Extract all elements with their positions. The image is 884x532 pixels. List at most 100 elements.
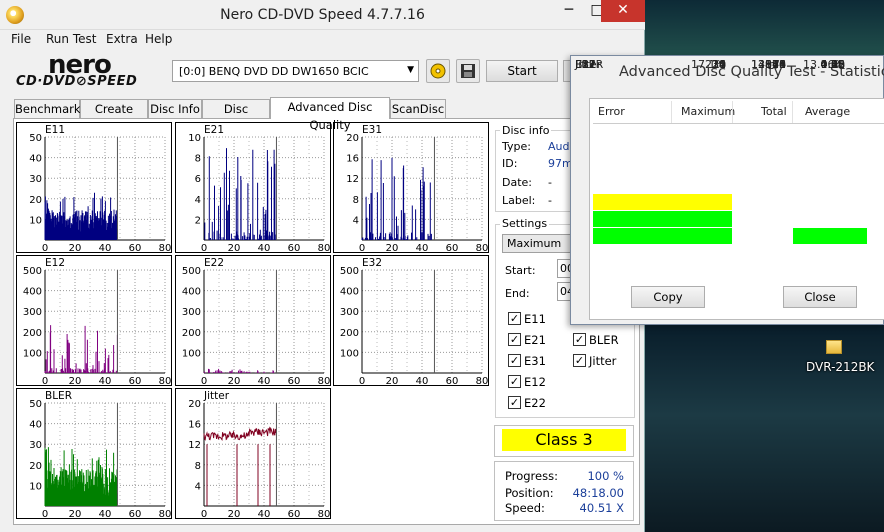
x-tick-label: 60	[129, 376, 142, 387]
chart-plot: 0 20 40 60 80 100 200 300 400 500	[23, 266, 172, 387]
copy-button[interactable]: Copy	[631, 286, 705, 308]
menu-help[interactable]: Help	[145, 32, 172, 46]
disc-info-title: Disc info	[500, 124, 552, 137]
y-tick-label: 12	[188, 440, 201, 451]
chart-title: E12	[45, 257, 65, 269]
e21-checkbox[interactable]: ✓	[508, 333, 521, 346]
window-title: Nero CD-DVD Speed 4.7.7.16	[220, 7, 425, 23]
series-line	[203, 426, 277, 442]
tab-advanced-disc-quality[interactable]: Advanced Disc Quality	[270, 97, 390, 132]
e22-checkbox[interactable]: ✓	[508, 396, 521, 409]
chart-plot: 0 20 40 60 80 10 20 30 40 50	[29, 133, 171, 254]
bler-check-label: BLER	[589, 333, 619, 347]
x-tick-label: 20	[228, 243, 241, 254]
x-tick-label: 80	[476, 376, 489, 387]
x-tick-label: 0	[42, 376, 48, 387]
series-bars	[44, 447, 118, 506]
tab-disc-quality[interactable]: Disc Quality	[202, 99, 270, 134]
x-tick-label: 20	[386, 376, 399, 387]
menu-extra[interactable]: Extra	[106, 32, 138, 46]
x-tick-label: 20	[228, 376, 241, 387]
tab-disc-info[interactable]: Disc Info	[148, 99, 202, 119]
x-tick-label: 40	[258, 509, 271, 520]
progress-label: Progress:	[505, 469, 558, 483]
chart-plot: 0 20 40 60 80 4 8 12 16 20	[188, 399, 330, 520]
e11-checkbox[interactable]: ✓	[508, 312, 521, 325]
tab-benchmark[interactable]: Benchmark	[14, 99, 81, 119]
chart-title: E32	[362, 257, 382, 269]
position-label: Position:	[505, 486, 554, 500]
eject-button[interactable]	[426, 59, 450, 83]
y-tick-label: 4	[353, 215, 359, 226]
y-tick-label: 500	[182, 266, 201, 277]
tab-create-disc[interactable]: Create Disc	[80, 99, 148, 134]
chevron-down-icon: ▼	[407, 65, 414, 75]
start-button[interactable]: Start	[486, 60, 558, 82]
save-button[interactable]	[456, 59, 480, 83]
y-tick-label: 10	[29, 481, 42, 492]
chart-title: E31	[362, 124, 382, 136]
x-tick-label: 0	[201, 509, 207, 520]
bler-checkbox[interactable]: ✓	[573, 333, 586, 346]
chart-plot: 0 20 40 60 80 2 4 6 8 10	[188, 133, 330, 254]
y-tick-label: 8	[353, 195, 359, 206]
header-average: Average	[805, 105, 851, 118]
drive-select[interactable]: [0:0] BENQ DVD DD DW1650 BCIC ▼	[172, 60, 419, 82]
y-tick-label: 20	[29, 461, 42, 472]
title-bar[interactable]: Nero CD-DVD Speed 4.7.7.16 ─ □ ✕	[0, 0, 645, 30]
table-row	[593, 142, 884, 159]
x-tick-label: 60	[288, 376, 301, 387]
y-tick-label: 300	[23, 307, 42, 318]
x-tick-label: 60	[446, 376, 459, 387]
folder-icon[interactable]	[826, 340, 842, 354]
x-tick-label: 40	[416, 376, 429, 387]
x-tick-label: 80	[159, 509, 172, 520]
header-divider	[593, 123, 884, 124]
tab-scandisc[interactable]: ScanDisc	[390, 99, 446, 119]
x-tick-label: 0	[42, 243, 48, 254]
jitter-checkbox[interactable]: ✓	[573, 354, 586, 367]
y-tick-label: 400	[23, 287, 42, 298]
chart-e22: 0 20 40 60 80 100 200 300 400 500 E22	[175, 255, 331, 387]
y-tick-label: 100	[23, 348, 42, 359]
desktop-icon-label[interactable]: DVR-212BK	[806, 360, 874, 374]
y-tick-label: 8	[195, 461, 201, 472]
x-tick-label: 20	[69, 509, 82, 520]
y-tick-label: 10	[188, 133, 201, 144]
close-button[interactable]: ✕	[601, 0, 645, 22]
menu-run-test[interactable]: Run Test	[46, 32, 96, 46]
floppy-disk-icon	[461, 64, 475, 78]
mode-select[interactable]: Maximum	[502, 234, 574, 253]
table-row	[593, 176, 884, 193]
minimize-button[interactable]: ─	[555, 0, 583, 22]
y-tick-label: 6	[195, 174, 201, 185]
chart-plot: 0 20 40 60 80 100 200 300 400 500	[340, 266, 489, 387]
y-tick-label: 40	[29, 420, 42, 431]
y-tick-label: 20	[346, 133, 359, 144]
disc-id-value: 97m	[548, 157, 573, 170]
jitter-check-label: Jitter	[589, 354, 617, 368]
menu-file[interactable]: File	[11, 32, 31, 46]
chart-title: BLER	[45, 390, 72, 402]
y-tick-label: 30	[29, 440, 42, 451]
x-tick-label: 0	[359, 243, 365, 254]
cd-dvd-speed-logo: CD·DVD⊘SPEED	[16, 74, 138, 89]
chart-title: E11	[45, 124, 65, 136]
settings-title: Settings	[500, 217, 550, 230]
y-tick-label: 4	[195, 481, 201, 492]
chart-e11: 0 20 40 60 80 10 20 30 40 50 E11	[16, 122, 172, 254]
chart-bler: 0 20 40 60 80 10 20 30 40 50 BLER	[16, 388, 172, 520]
chart-title: E21	[204, 124, 224, 136]
table-row	[593, 193, 884, 210]
x-tick-label: 80	[159, 376, 172, 387]
y-tick-label: 12	[346, 174, 359, 185]
close-dialog-button[interactable]: Close	[783, 286, 857, 308]
table-row	[593, 125, 884, 142]
x-tick-label: 60	[129, 243, 142, 254]
e31-checkbox[interactable]: ✓	[508, 354, 521, 367]
y-tick-label: 500	[23, 266, 42, 277]
chart-plot: 0 20 40 60 80 10 20 30 40 50	[29, 399, 172, 520]
drive-select-value: [0:0] BENQ DVD DD DW1650 BCIC	[179, 65, 369, 78]
e12-checkbox[interactable]: ✓	[508, 375, 521, 388]
column-divider	[792, 101, 793, 123]
